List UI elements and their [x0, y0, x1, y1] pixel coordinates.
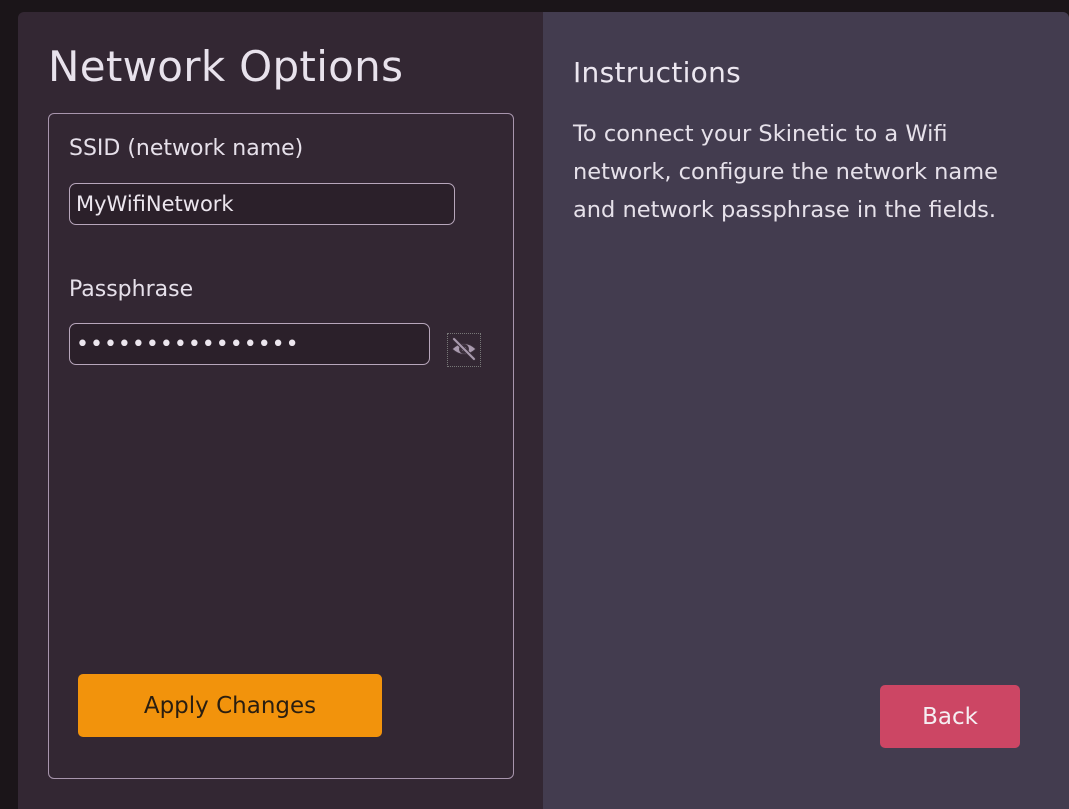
network-form: SSID (network name) Passphrase Apply Cha…: [48, 113, 514, 779]
apply-changes-button[interactable]: Apply Changes: [78, 674, 382, 737]
eye-slash-icon: [450, 336, 478, 364]
passphrase-label: Passphrase: [69, 277, 194, 302]
ssid-input[interactable]: [69, 183, 455, 225]
passphrase-input[interactable]: [69, 323, 430, 365]
toggle-password-visibility-button[interactable]: [447, 333, 481, 367]
ssid-label: SSID (network name): [69, 136, 304, 161]
network-options-panel: Network Options SSID (network name) Pass…: [18, 12, 543, 809]
instructions-panel: Instructions To connect your Skinetic to…: [543, 12, 1069, 809]
instructions-title: Instructions: [573, 56, 742, 89]
back-button[interactable]: Back: [880, 685, 1020, 748]
page-title: Network Options: [48, 42, 404, 91]
network-options-window: Network Options SSID (network name) Pass…: [18, 12, 1069, 809]
instructions-text: To connect your Skinetic to a Wifi netwo…: [573, 121, 998, 223]
